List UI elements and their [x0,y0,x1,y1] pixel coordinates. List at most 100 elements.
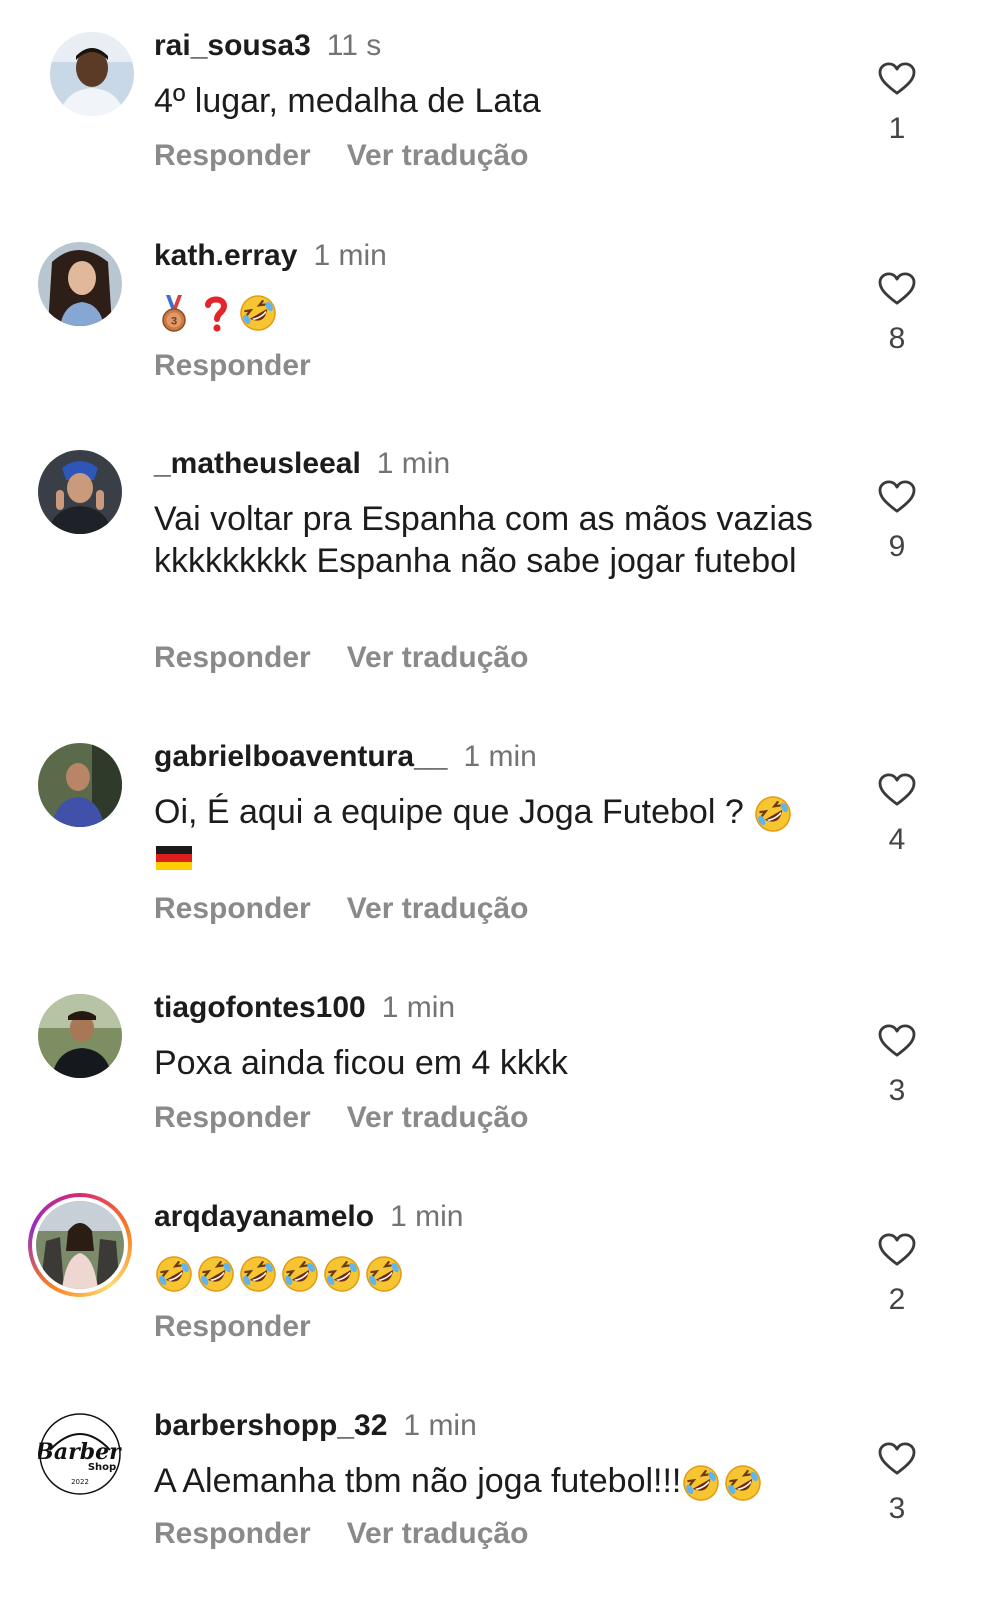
rofl-emoji-icon [154,1254,194,1294]
username[interactable]: barbershopp_32 [154,1409,387,1442]
red-question-mark-icon [196,293,236,333]
reply-button[interactable]: Responder [154,1310,311,1343]
barber-shop-logo[interactable]: Barber Shop 2022 [38,1412,122,1496]
comment-text-content: A Alemanha tbm não joga futebol!!! [154,1462,682,1500]
rofl-emoji-icon [322,1254,362,1294]
username[interactable]: kath.erray [154,239,297,272]
comment-text [154,1251,834,1294]
reply-button[interactable]: Responder [154,349,311,382]
rofl-emoji-icon [723,1463,763,1503]
comment-actions: Responder Ver tradução [154,1100,528,1136]
timestamp: 1 min [376,447,451,480]
reply-button[interactable]: Responder [154,1517,311,1550]
comment-item: gabrielboaventura__ 1 min Oi, É aqui a eq… [0,711,984,951]
username[interactable]: rai_sousa3 [154,29,311,62]
heart-icon[interactable] [878,1233,916,1267]
comment-text: A Alemanha tbm não joga futebol!!! [154,1460,834,1503]
like-control: 8 [878,272,916,356]
username[interactable]: arqdayanamelo [154,1200,374,1233]
timestamp: 1 min [313,239,387,272]
username[interactable]: gabrielboaventura__ [154,740,447,773]
like-control: 1 [878,62,916,146]
bronze-medal-icon [154,293,194,333]
like-control: 3 [878,1024,916,1108]
like-control: 2 [878,1233,916,1317]
timestamp: 1 min [403,1409,477,1442]
comment-text-content: Oi, É aqui a equipe que Joga Futebol ? [154,793,744,831]
like-count: 9 [888,530,906,563]
like-count: 2 [888,1283,906,1316]
avatar[interactable] [38,242,122,326]
username[interactable]: _matheusleeal [154,447,361,480]
like-count: 3 [888,1492,906,1525]
svg-text:Shop: Shop [88,1462,116,1473]
like-control: 3 [878,1442,916,1526]
comments-list: rai_sousa3 11 s 4º lugar, medalha de Lata… [0,0,984,1603]
svg-text:2022: 2022 [71,1478,89,1486]
rofl-emoji-icon [238,293,278,333]
comment-header: tiagofontes100 1 min [154,990,455,1026]
timestamp: 11 s [326,29,382,62]
see-translation-button[interactable]: Ver tradução [347,1517,529,1550]
rofl-emoji-icon [238,1254,278,1294]
like-count: 4 [888,823,906,856]
rofl-emoji-icon [196,1254,236,1294]
avatar[interactable] [38,994,122,1078]
like-count: 1 [888,112,906,145]
comment-text: Oi, É aqui a equipe que Joga Futebol ? [154,791,834,877]
comment-actions: Responder Ver tradução [154,640,528,676]
comment-actions: Responder Ver tradução [154,1516,528,1552]
germany-flag-icon [154,837,194,877]
avatar[interactable] [38,450,122,534]
like-count: 8 [888,322,906,355]
comment-text [154,290,834,333]
like-count: 3 [888,1074,906,1107]
comment-actions: Responder [154,348,311,384]
reply-button[interactable]: Responder [154,641,311,674]
comment-header: barbershopp_32 1 min [154,1408,477,1444]
comment-item: arqdayanamelo 1 min Responder 2 [0,1171,984,1371]
reply-button[interactable]: Responder [154,892,311,925]
like-control: 9 [878,480,916,564]
comment-actions: Responder [154,1309,311,1345]
comment-text: Poxa ainda ficou em 4 kkkk [154,1044,568,1082]
comment-header: gabrielboaventura__ 1 min [154,739,537,775]
rofl-emoji-icon [753,794,793,834]
comment-text: Vai voltar pra Espanha com as mãos vazia… [154,500,813,580]
comment-header: arqdayanamelo 1 min [154,1199,463,1235]
like-control: 4 [878,773,916,857]
heart-icon[interactable] [878,773,916,807]
comment-header: rai_sousa3 11 s [154,28,381,64]
comment-item: _matheusleeal 1 min Vai voltar pra Espanh… [0,418,984,698]
see-translation-button[interactable]: Ver tradução [347,1101,529,1134]
rofl-emoji-icon [364,1254,404,1294]
avatar-story-ring[interactable] [28,1193,132,1297]
avatar[interactable] [50,32,134,116]
avatar[interactable] [38,743,122,827]
heart-icon[interactable] [878,62,916,96]
username[interactable]: tiagofontes100 [154,991,366,1024]
see-translation-button[interactable]: Ver tradução [347,641,529,674]
rofl-emoji-icon [280,1254,320,1294]
reply-button[interactable]: Responder [154,1101,311,1134]
comment-item: Barber Shop 2022 barbershopp_32 1 min A A… [0,1380,984,1603]
see-translation-button[interactable]: Ver tradução [347,139,529,172]
comment-text: 4º lugar, medalha de Lata [154,82,541,120]
timestamp: 1 min [381,991,456,1024]
comment-item: rai_sousa3 11 s 4º lugar, medalha de Lata… [0,0,984,200]
comment-header: _matheusleeal 1 min [154,446,450,482]
heart-icon[interactable] [878,480,916,514]
comment-actions: Responder Ver tradução [154,138,528,174]
heart-icon[interactable] [878,1442,916,1476]
timestamp: 1 min [463,740,537,773]
rofl-emoji-icon [681,1463,721,1503]
comment-item: kath.erray 1 min Responder 8 [0,210,984,410]
reply-button[interactable]: Responder [154,139,311,172]
heart-icon[interactable] [878,272,916,306]
comment-header: kath.erray 1 min [154,238,387,274]
timestamp: 1 min [390,1200,464,1233]
comment-item: tiagofontes100 1 min Poxa ainda ficou em … [0,962,984,1162]
see-translation-button[interactable]: Ver tradução [347,892,529,925]
heart-icon[interactable] [878,1024,916,1058]
comment-actions: Responder Ver tradução [154,891,528,927]
